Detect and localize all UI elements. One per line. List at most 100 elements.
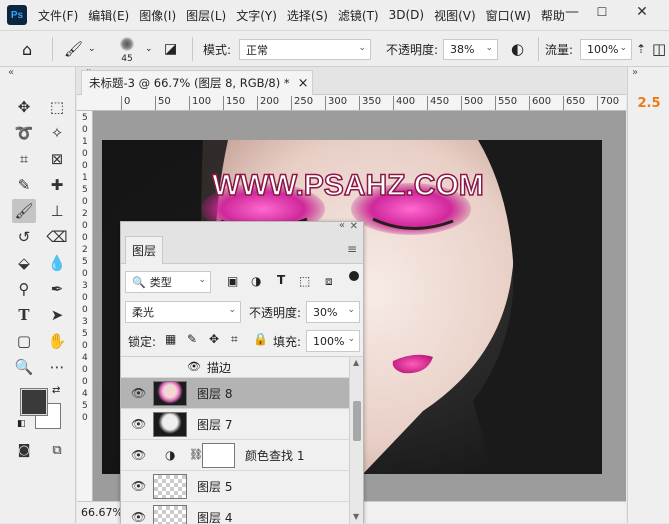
right-panel-value[interactable]: 2.5 — [629, 91, 669, 115]
layer-row[interactable]: 👁 ◑ ⛓ 颜色查找 1 — [121, 440, 349, 471]
lock-transparent-icon[interactable]: ▦ — [165, 332, 176, 346]
lock-artboard-icon[interactable]: ⌗ — [231, 332, 238, 347]
eye-icon[interactable]: 👁 — [131, 386, 146, 400]
lock-position-icon[interactable]: ✥ — [209, 332, 219, 346]
close-window-button[interactable]: ✕ — [616, 0, 668, 24]
healing-brush-icon[interactable]: ✚ — [45, 173, 69, 197]
zoom-tool-icon[interactable]: 🔍 — [12, 355, 36, 379]
shape-filter-icon[interactable]: ⬚ — [299, 274, 310, 288]
panel-menu-icon[interactable]: ≡ — [347, 242, 357, 256]
menu-layer[interactable]: 图层(L) — [186, 7, 226, 24]
lock-all-icon[interactable]: 🔒 — [253, 332, 268, 346]
eye-icon[interactable]: 👁 — [131, 417, 146, 431]
layer-row[interactable]: 👁 图层 5 — [121, 471, 349, 502]
layer-row[interactable]: 👁 图层 4 — [121, 502, 349, 524]
airbrush-icon[interactable]: ⇡ — [636, 31, 646, 67]
magic-wand-icon[interactable]: ✧ — [45, 121, 69, 145]
menu-image[interactable]: 图像(I) — [139, 7, 176, 24]
brush-size-picker[interactable]: 45 — [111, 34, 143, 66]
effect-row[interactable]: 👁 描边 — [121, 357, 349, 378]
rectangle-tool-icon[interactable]: ▢ — [12, 329, 36, 353]
maximize-button[interactable]: ☐ — [586, 0, 618, 24]
stamp-tool-icon[interactable]: ⊥ — [45, 199, 69, 223]
menu-file[interactable]: 文件(F) — [38, 7, 78, 24]
menu-view[interactable]: 视图(V) — [434, 7, 476, 24]
tab-layers[interactable]: 图层 — [125, 236, 163, 264]
eye-icon[interactable]: 👁 — [131, 479, 146, 493]
frame-tool-icon[interactable]: ⊠ — [45, 147, 69, 171]
link-icon[interactable]: ⛓ — [189, 448, 203, 461]
brush-tool-icon[interactable]: 🖌 — [12, 199, 36, 223]
scroll-up-icon[interactable]: ▲ — [353, 358, 359, 367]
pen-tool-icon[interactable]: ✒ — [45, 277, 69, 301]
lock-pixels-icon[interactable]: ✎ — [187, 332, 197, 346]
type-filter-icon[interactable]: T — [277, 273, 285, 287]
layer-list-scrollbar[interactable]: ▲ ▼ — [349, 357, 363, 524]
panel-header[interactable]: « ✕ — [121, 220, 363, 236]
ruler-tick-label: 5 — [82, 257, 88, 267]
layer-row[interactable]: 👁 图层 7 — [121, 409, 349, 440]
eraser-icon[interactable]: ⌫ — [45, 225, 69, 249]
opacity-input[interactable]: 38% ⌄ — [443, 39, 498, 60]
eye-icon[interactable]: 👁 — [131, 510, 146, 524]
collapse-icon[interactable]: « — [8, 67, 14, 78]
paint-bucket-icon[interactable]: ⬙ — [12, 251, 36, 275]
eye-icon[interactable]: 👁 — [131, 448, 146, 462]
menu-select[interactable]: 选择(S) — [287, 7, 328, 24]
menu-filter[interactable]: 滤镜(T) — [338, 7, 379, 24]
swap-colors-icon[interactable]: ⇄ — [52, 385, 60, 396]
collapse-icon[interactable]: » — [632, 67, 638, 78]
menu-3d[interactable]: 3D(D) — [389, 8, 424, 22]
minimize-button[interactable]: — — [556, 0, 588, 24]
marquee-tool-icon[interactable]: ⬚ — [45, 95, 69, 119]
history-brush-icon[interactable]: ↺ — [12, 225, 36, 249]
scrollbar-thumb[interactable] — [353, 401, 361, 441]
filter-toggle-icon[interactable] — [349, 271, 359, 281]
menu-window[interactable]: 窗口(W) — [486, 7, 531, 24]
adjustment-filter-icon[interactable]: ◑ — [251, 274, 261, 288]
pressure-opacity-icon[interactable]: ◐ — [511, 31, 524, 67]
eyedropper-icon[interactable]: ✎ — [12, 173, 36, 197]
menu-edit[interactable]: 编辑(E) — [88, 7, 129, 24]
type-tool-icon[interactable]: T — [12, 303, 36, 327]
menu-type[interactable]: 文字(Y) — [236, 7, 277, 24]
close-tab-icon[interactable]: × — [298, 76, 309, 91]
blur-tool-icon[interactable]: 💧 — [45, 251, 69, 275]
more-tools-icon[interactable]: ⋯ — [45, 355, 69, 379]
layer-mask-thumbnail[interactable] — [202, 443, 235, 468]
brush-preset-icon[interactable]: 🖌 — [64, 31, 83, 67]
crop-tool-icon[interactable]: ⌗ — [12, 147, 36, 171]
foreground-color-swatch[interactable] — [20, 388, 48, 416]
smart-object-filter-icon[interactable]: ⧈ — [325, 274, 333, 289]
dodge-tool-icon[interactable]: ⚲ — [12, 277, 36, 301]
collapse-icon[interactable]: « — [339, 220, 345, 231]
quick-mask-icon[interactable]: ◙ — [12, 438, 36, 462]
layer-blend-mode-select[interactable]: 柔光 ⌄ — [125, 301, 241, 323]
layer-filter-select[interactable]: 🔍 类型 ⌄ — [125, 271, 211, 293]
home-icon[interactable]: ⌂ — [22, 31, 32, 67]
fill-input[interactable]: 100% ⌄ — [306, 330, 360, 352]
move-tool-icon[interactable]: ✥ — [12, 95, 36, 119]
close-panel-icon[interactable]: ✕ — [350, 221, 358, 232]
screen-mode-icon[interactable]: ⧉ — [45, 438, 69, 462]
default-colors-icon[interactable]: ◧ — [17, 419, 26, 429]
eye-icon[interactable]: 👁 — [187, 360, 201, 373]
smoothing-icon[interactable]: ◫ — [652, 31, 666, 67]
hand-tool-icon[interactable]: ✋ — [45, 329, 69, 353]
ruler-tick-label: 50 — [155, 96, 171, 110]
brush-settings-icon[interactable]: ◪ — [164, 31, 177, 67]
lasso-tool-icon[interactable]: ➰ — [12, 121, 36, 145]
scroll-down-icon[interactable]: ▼ — [353, 512, 359, 521]
layer-row[interactable]: 👁 图层 8 — [121, 378, 349, 409]
flow-input[interactable]: 100% ⌄ — [580, 39, 632, 60]
zoom-level[interactable]: 66.67% — [81, 506, 123, 519]
tools-panel: « ✥ ⬚ ➰ ✧ ⌗ ⊠ ✎ ✚ 🖌 ⊥ ↺ ⌫ ⬙ 💧 ⚲ ✒ T ➤ ▢ … — [0, 67, 76, 523]
pixel-filter-icon[interactable]: ▣ — [227, 274, 238, 288]
path-select-icon[interactable]: ➤ — [45, 303, 69, 327]
layer-opacity-input[interactable]: 30% ⌄ — [306, 301, 360, 323]
ruler-tick-label: 4 — [82, 353, 88, 363]
document-tab[interactable]: 未标题-3 @ 66.7% (图层 8, RGB/8) * × — [81, 70, 313, 95]
chevron-down-icon[interactable]: ⌄ — [145, 31, 153, 67]
chevron-down-icon[interactable]: ⌄ — [88, 31, 96, 67]
blend-mode-select[interactable]: 正常 ⌄ — [239, 39, 371, 60]
